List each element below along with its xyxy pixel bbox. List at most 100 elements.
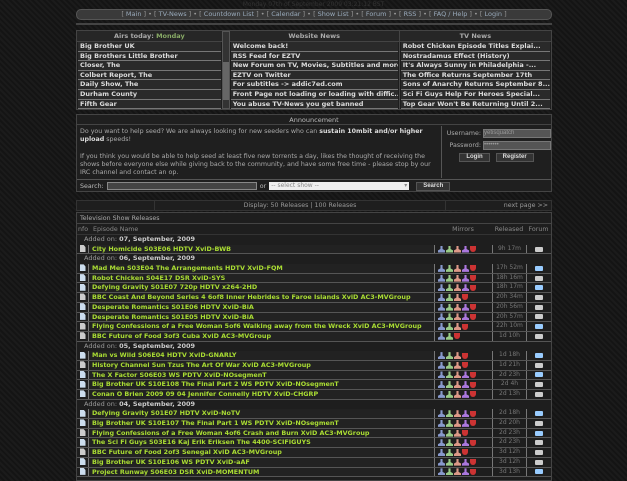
release-name-link[interactable]: City Homicide S03E06 HDTV XviD-BWB bbox=[88, 244, 434, 254]
download-mirror-icon[interactable] bbox=[454, 390, 461, 398]
download-mirror-icon[interactable] bbox=[446, 274, 453, 282]
nav-tv-news[interactable]: TV-News bbox=[159, 10, 187, 18]
download-mirror-icon[interactable] bbox=[446, 439, 453, 447]
forum-link[interactable] bbox=[526, 322, 551, 331]
forum-link[interactable] bbox=[526, 293, 551, 302]
download-mirror-icon[interactable] bbox=[438, 381, 445, 389]
download-mirror-icon[interactable] bbox=[438, 293, 445, 301]
display-100-link[interactable]: 100 Releases bbox=[315, 202, 357, 209]
magnet-icon[interactable] bbox=[470, 468, 476, 475]
download-mirror-icon[interactable] bbox=[446, 323, 453, 331]
search-input[interactable] bbox=[106, 182, 257, 190]
download-mirror-icon[interactable] bbox=[454, 410, 461, 418]
forum-link[interactable] bbox=[526, 312, 551, 322]
nfo-link[interactable] bbox=[77, 351, 88, 360]
release-name-link[interactable]: BBC Future of Food 3of3 Cuba XviD AC3-MV… bbox=[88, 331, 434, 341]
airs-scrollbar[interactable] bbox=[221, 31, 230, 109]
release-name-link[interactable]: Big Brother UK S10E108 The Final Part 2 … bbox=[88, 380, 434, 389]
magnet-icon[interactable] bbox=[462, 430, 468, 437]
magnet-icon[interactable] bbox=[470, 439, 476, 446]
download-mirror-icon[interactable] bbox=[454, 284, 461, 292]
forum-link[interactable] bbox=[526, 331, 551, 341]
download-mirror-icon[interactable] bbox=[438, 468, 445, 476]
scrollbar-thumb[interactable] bbox=[222, 62, 229, 100]
nav-countdown-list[interactable]: Countdown List bbox=[204, 10, 254, 18]
download-mirror-icon[interactable] bbox=[438, 274, 445, 282]
airs-today-item[interactable]: Big Brothers Little Brother bbox=[78, 51, 221, 62]
download-mirror-icon[interactable] bbox=[462, 439, 469, 447]
download-mirror-icon[interactable] bbox=[446, 419, 453, 427]
download-mirror-icon[interactable] bbox=[454, 381, 461, 389]
download-mirror-icon[interactable] bbox=[454, 371, 461, 379]
download-mirror-icon[interactable] bbox=[454, 429, 461, 437]
release-name-link[interactable]: Flying Confessions of a Free Woman 5of6 … bbox=[88, 322, 434, 331]
download-mirror-icon[interactable] bbox=[438, 303, 445, 311]
magnet-icon[interactable] bbox=[462, 323, 468, 330]
download-mirror-icon[interactable] bbox=[438, 284, 445, 292]
magnet-icon[interactable] bbox=[470, 459, 476, 466]
forum-link[interactable] bbox=[526, 273, 551, 283]
magnet-icon[interactable] bbox=[470, 275, 476, 282]
website-news-item[interactable]: New Forum on TV, Movies, Subtitles and m… bbox=[230, 61, 398, 71]
password-input[interactable] bbox=[483, 140, 551, 150]
download-mirror-icon[interactable] bbox=[446, 468, 453, 476]
nfo-link[interactable] bbox=[77, 293, 88, 301]
nfo-link[interactable] bbox=[77, 312, 88, 321]
search-button[interactable]: Search bbox=[416, 181, 451, 191]
download-mirror-icon[interactable] bbox=[446, 371, 453, 379]
nav-main[interactable]: Main bbox=[126, 10, 142, 18]
download-mirror-icon[interactable] bbox=[438, 264, 445, 272]
download-mirror-icon[interactable] bbox=[438, 245, 445, 253]
download-mirror-icon[interactable] bbox=[454, 439, 461, 447]
download-mirror-icon[interactable] bbox=[438, 439, 445, 447]
forum-link[interactable] bbox=[526, 409, 551, 419]
nfo-link[interactable] bbox=[77, 429, 88, 437]
display-50-link[interactable]: Display: 50 Releases bbox=[244, 202, 309, 209]
nav-faq-help[interactable]: FAQ / Help bbox=[434, 10, 468, 18]
release-name-link[interactable]: The X Factor S06E03 WS PDTV XviD-NOsegme… bbox=[88, 370, 434, 380]
magnet-icon[interactable] bbox=[470, 246, 476, 253]
tv-news-item[interactable]: It's Always Sunny in Philadelphia -... bbox=[400, 61, 550, 71]
nfo-link[interactable] bbox=[77, 438, 88, 447]
release-name-link[interactable]: Flying Confessions of a Free Woman 4of6 … bbox=[88, 428, 434, 438]
download-mirror-icon[interactable] bbox=[438, 429, 445, 437]
username-input[interactable] bbox=[483, 128, 551, 138]
forum-link[interactable] bbox=[526, 380, 551, 389]
forum-link[interactable] bbox=[526, 351, 551, 360]
download-mirror-icon[interactable] bbox=[454, 458, 461, 466]
download-mirror-icon[interactable] bbox=[454, 448, 461, 456]
nfo-link[interactable] bbox=[77, 390, 88, 398]
magnet-icon[interactable] bbox=[470, 313, 476, 320]
release-name-link[interactable]: Big Brother UK S10E107 The Final Part 1 … bbox=[88, 419, 434, 428]
nfo-link[interactable] bbox=[77, 380, 88, 389]
magnet-icon[interactable] bbox=[470, 265, 476, 272]
tv-news-item[interactable]: Nostradamus Effect (History) bbox=[400, 51, 550, 62]
forum-link[interactable] bbox=[526, 467, 551, 477]
download-mirror-icon[interactable] bbox=[454, 419, 461, 427]
magnet-icon[interactable] bbox=[470, 371, 476, 378]
download-mirror-icon[interactable] bbox=[438, 323, 445, 331]
magnet-icon[interactable] bbox=[462, 294, 468, 301]
nfo-link[interactable] bbox=[77, 322, 88, 331]
nfo-link[interactable] bbox=[77, 303, 88, 311]
nav-calendar[interactable]: Calendar bbox=[271, 10, 300, 18]
download-mirror-icon[interactable] bbox=[454, 264, 461, 272]
login-button[interactable]: Login bbox=[459, 152, 490, 162]
release-name-link[interactable]: Desperate Romantics S01E05 HDTV XviD-BiA bbox=[88, 312, 434, 322]
nfo-link[interactable] bbox=[77, 274, 88, 282]
tv-news-item[interactable]: The Office Returns September 17th bbox=[400, 70, 550, 81]
download-mirror-icon[interactable] bbox=[462, 274, 469, 282]
forum-link[interactable] bbox=[526, 428, 551, 438]
download-mirror-icon[interactable] bbox=[446, 313, 453, 321]
nfo-link[interactable] bbox=[77, 448, 88, 456]
download-mirror-icon[interactable] bbox=[446, 429, 453, 437]
tv-news-item[interactable]: Sons of Anarchy Returns September 8... bbox=[400, 80, 550, 90]
airs-today-item[interactable]: Big Brother UK bbox=[78, 42, 221, 52]
nfo-link[interactable] bbox=[77, 332, 88, 340]
download-mirror-icon[interactable] bbox=[462, 390, 469, 398]
download-mirror-icon[interactable] bbox=[454, 245, 461, 253]
release-name-link[interactable]: Robot Chicken S04E17 DSR XviD-SYS bbox=[88, 273, 434, 283]
download-mirror-icon[interactable] bbox=[446, 303, 453, 311]
nav-rss[interactable]: RSS bbox=[404, 10, 417, 18]
nfo-link[interactable] bbox=[77, 283, 88, 292]
